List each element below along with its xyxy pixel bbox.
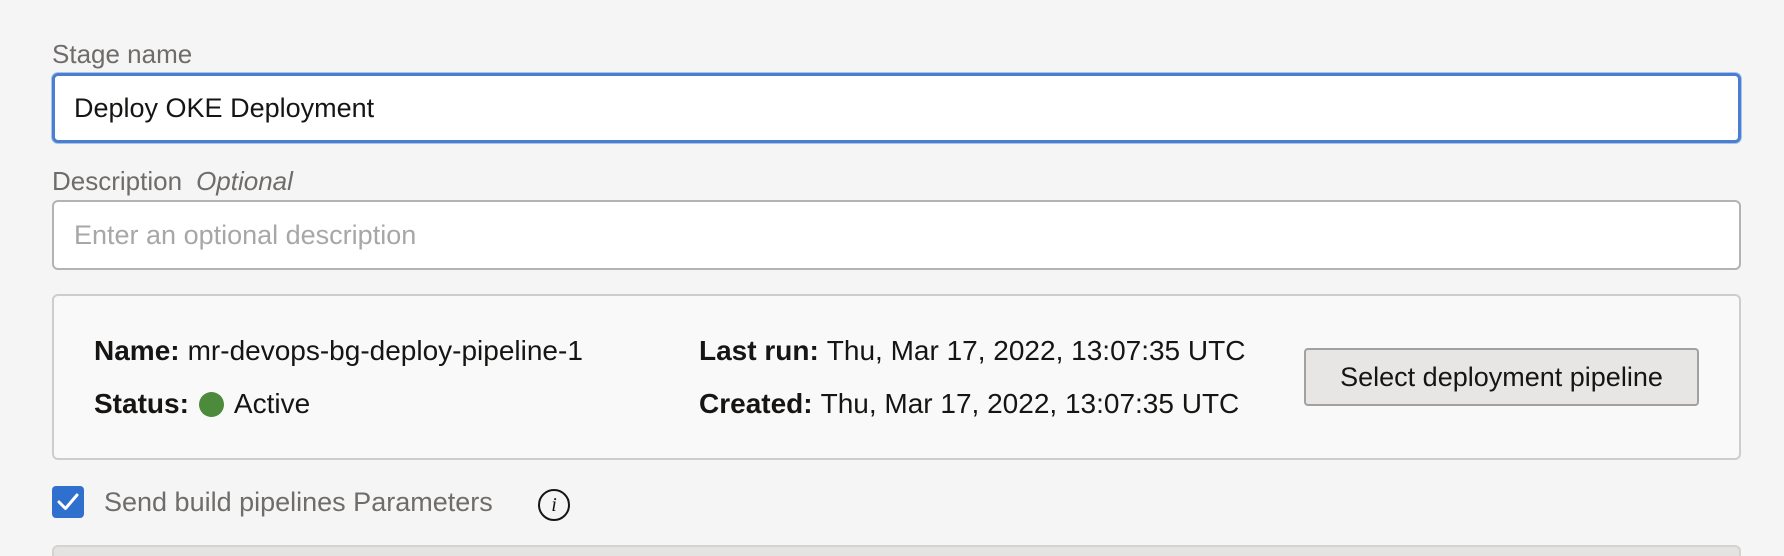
parameters-section-edge bbox=[52, 545, 1741, 556]
description-label: Description Optional bbox=[52, 166, 293, 196]
pipeline-name-key: Name: bbox=[94, 335, 180, 366]
pipeline-status-value: Active bbox=[233, 388, 311, 419]
send-build-params-checkbox[interactable] bbox=[52, 486, 84, 518]
send-build-params-label[interactable]: Send build pipelines Parameters bbox=[104, 486, 493, 518]
select-deployment-pipeline-button[interactable]: Select deployment pipeline bbox=[1304, 348, 1699, 406]
pipeline-last-run-key: Last run: bbox=[699, 335, 819, 366]
pipeline-created-value: Thu, Mar 17, 2022, 13:07:35 UTC bbox=[820, 388, 1240, 419]
optional-tag: Optional bbox=[196, 166, 293, 196]
info-icon[interactable]: i bbox=[538, 489, 570, 521]
pipeline-last-run: Last run: Thu, Mar 17, 2022, 13:07:35 UTC bbox=[699, 335, 1245, 367]
pipeline-name: Name: mr-devops-bg-deploy-pipeline-1 bbox=[94, 335, 583, 367]
pipeline-last-run-value: Thu, Mar 17, 2022, 13:07:35 UTC bbox=[826, 335, 1246, 366]
stage-name-label: Stage name bbox=[52, 39, 193, 69]
pipeline-status-key: Status: bbox=[94, 388, 189, 419]
stage-form: Stage name DescriptionOptional Name:mr-d… bbox=[0, 0, 1784, 556]
checkmark-icon bbox=[57, 493, 79, 510]
pipeline-created: Created: Thu, Mar 17, 2022, 13:07:35 UTC bbox=[699, 388, 1239, 420]
stage-name-input[interactable] bbox=[52, 73, 1741, 143]
description-input[interactable] bbox=[52, 200, 1741, 270]
status-active-dot-icon bbox=[198, 392, 224, 417]
pipeline-created-key: Created: bbox=[699, 388, 813, 419]
pipeline-status: Status: Active bbox=[94, 388, 310, 420]
pipeline-name-value: mr-devops-bg-deploy-pipeline-1 bbox=[187, 335, 583, 366]
